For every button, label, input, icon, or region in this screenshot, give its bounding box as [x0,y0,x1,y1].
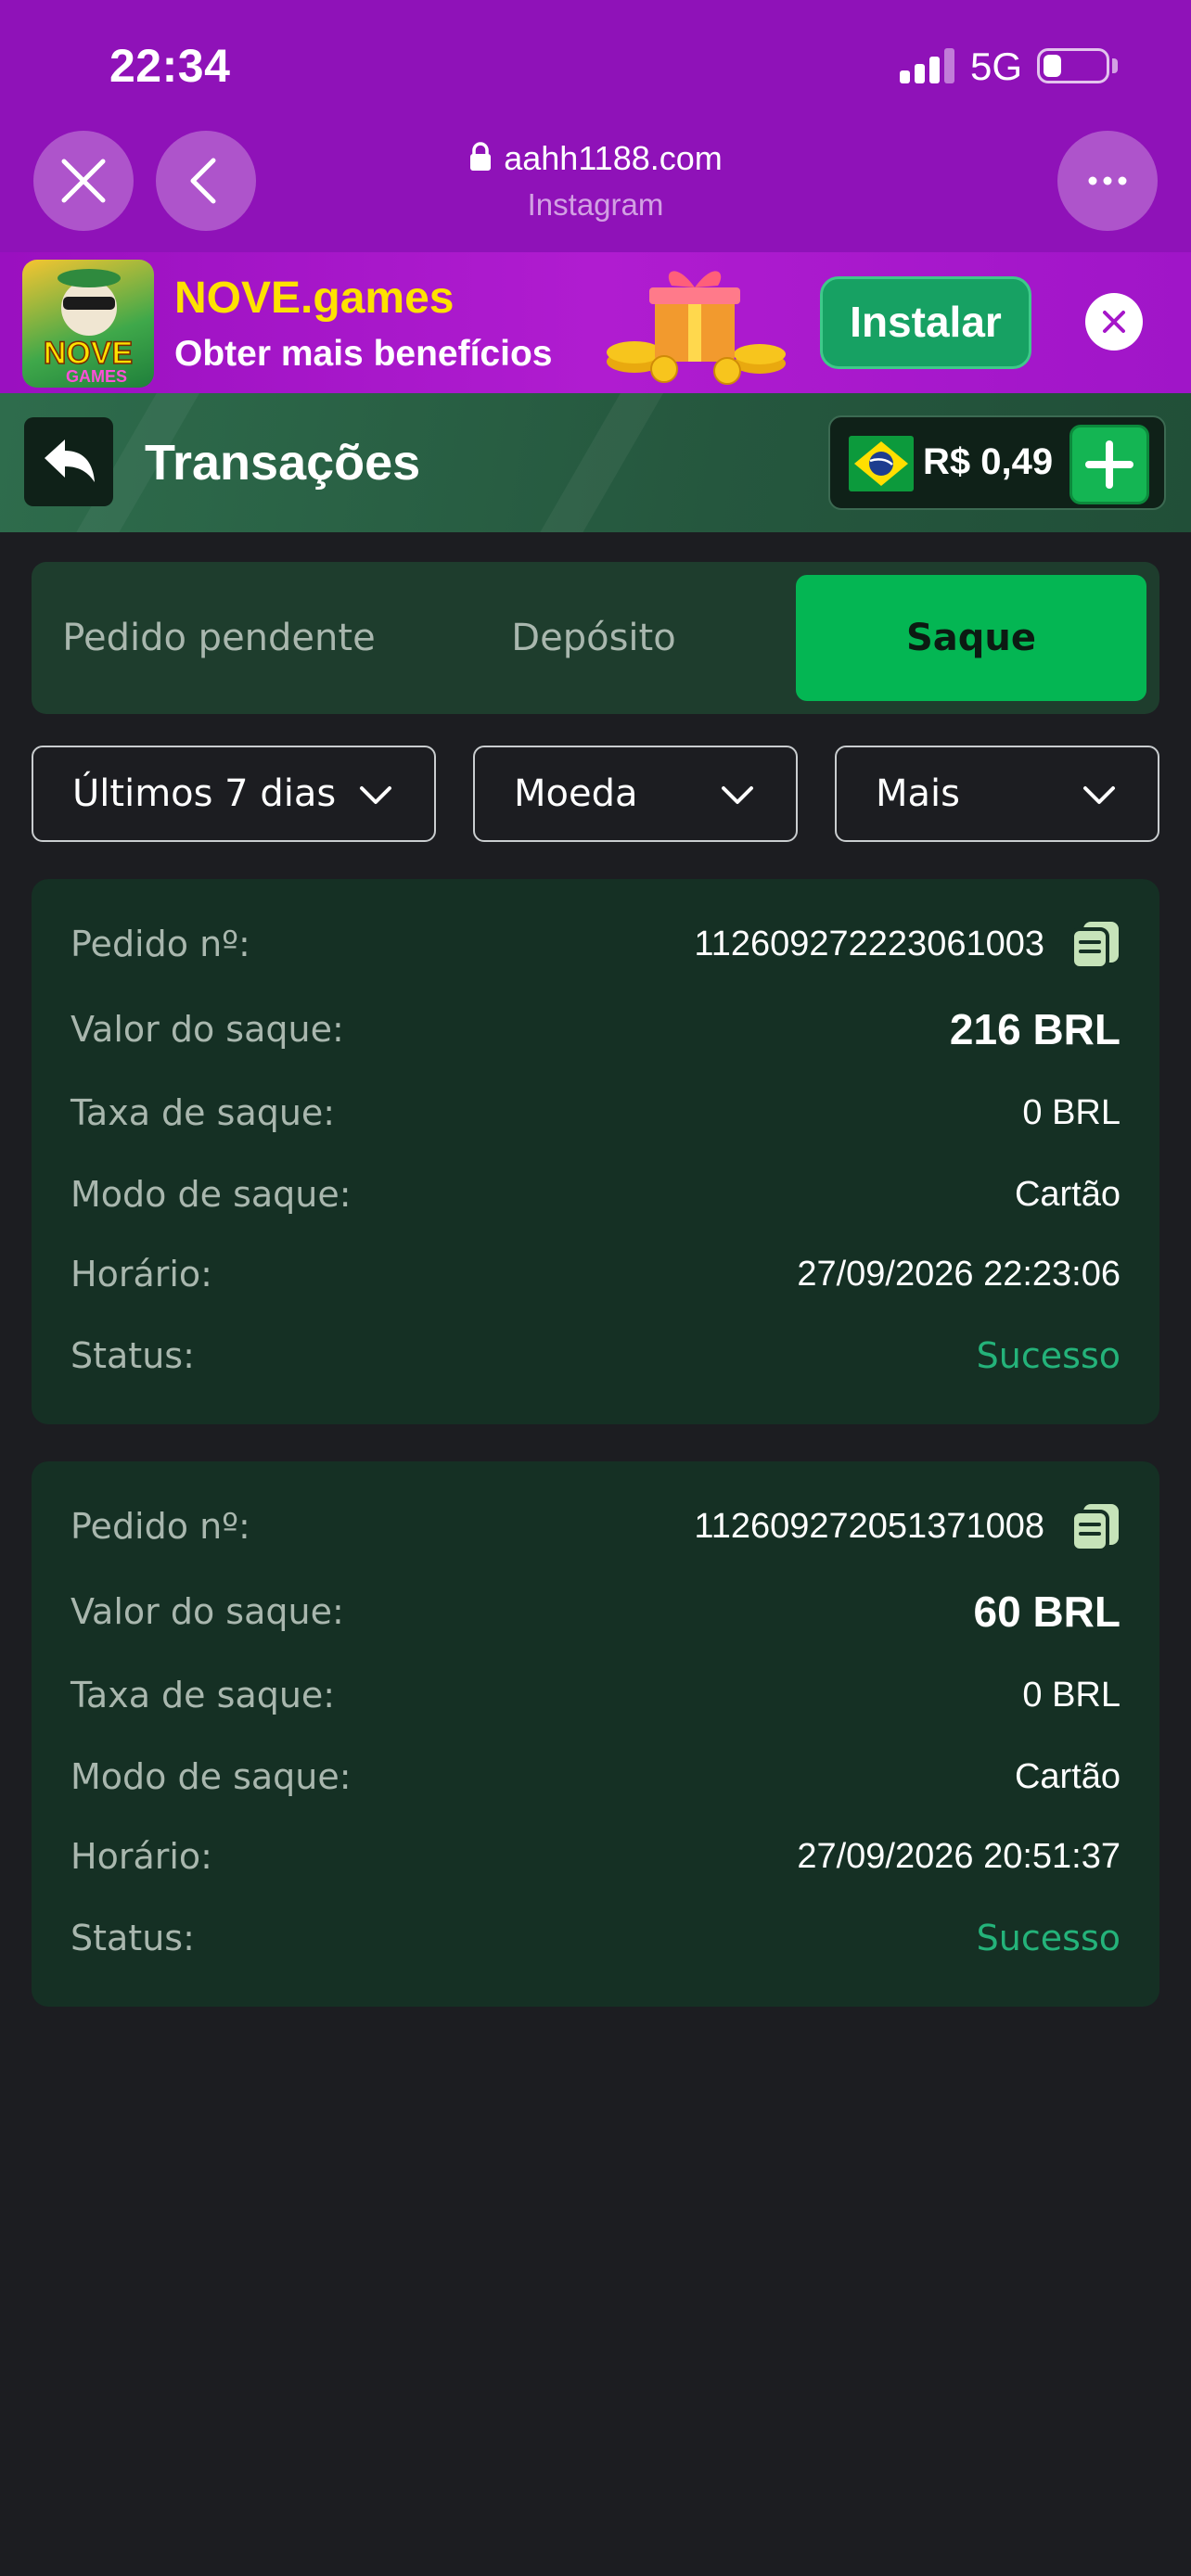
balance-widget[interactable]: R$ 0,49 [828,415,1166,510]
reply-arrow-icon [45,440,95,482]
install-button[interactable]: Instalar [820,276,1031,369]
transaction-card: Pedido nº: 112609272051371008 Valor do s… [32,1461,1159,2007]
copy-icon[interactable] [1069,920,1122,970]
status-row: Status: Sucesso [32,1910,1159,1966]
withdraw-fee: 0 BRL [1022,1676,1121,1715]
filter-period[interactable]: Últimos 7 dias [32,746,436,842]
transaction-time: 27/09/2026 22:23:06 [797,1255,1121,1294]
status-label: Status: [70,1918,195,1958]
back-browser-button[interactable] [156,131,256,231]
amount-row: Valor do saque: 60 BRL [32,1584,1159,1639]
time-label: Horário: [70,1836,212,1877]
fee-row: Taxa de saque: 0 BRL [32,1667,1159,1723]
transaction-time: 27/09/2026 20:51:37 [797,1837,1121,1876]
filter-period-label: Últimos 7 dias [72,772,337,815]
tab-deposit[interactable]: Depósito [406,562,781,714]
svg-text:NOVE: NOVE [44,336,133,371]
transaction-card: Pedido nº: 112609272223061003 Valor do s… [32,879,1159,1424]
install-banner[interactable]: NOVE GAMES NOVE.games Obter mais benefíc… [0,252,1191,393]
deposit-add-button[interactable] [1069,425,1149,504]
plus-icon [1085,440,1133,489]
chevron-down-icon [360,786,391,804]
mode-label: Modo de saque: [70,1756,352,1797]
withdraw-amount: 216 BRL [949,1005,1121,1053]
more-icon [1088,176,1127,185]
tab-pending[interactable]: Pedido pendente [32,562,406,714]
gift-coins-icon [607,271,786,385]
fee-label: Taxa de saque: [70,1092,336,1133]
chevron-left-icon [190,158,216,204]
brazil-flag-icon [849,436,914,491]
mode-row: Modo de saque: Cartão [32,1167,1159,1222]
filter-more[interactable]: Mais [835,746,1159,842]
url-source: Instagram [527,187,664,222]
status-label: Status: [70,1335,195,1376]
mode-label: Modo de saque: [70,1174,352,1215]
status-row: Status: Sucesso [32,1328,1159,1384]
fee-row: Taxa de saque: 0 BRL [32,1085,1159,1141]
address-bar[interactable]: aahh1188.com Instagram [278,139,913,223]
order-number: 112609272223061003 [694,925,1044,963]
filter-currency[interactable]: Moeda [473,746,798,842]
battery-level [1044,55,1061,77]
withdraw-mode: Cartão [1014,1175,1121,1214]
header-decoration [517,393,671,532]
order-label: Pedido nº: [70,924,250,964]
browser-top-bar: 22:34 5G aahh1188.com Instagram [0,0,1191,252]
app-logo: NOVE GAMES [22,260,154,388]
order-label: Pedido nº: [70,1506,250,1547]
amount-row: Valor do saque: 216 BRL [32,1001,1159,1057]
back-button[interactable] [24,417,113,506]
time-label: Horário: [70,1254,212,1294]
transaction-tabs: Pedido pendente Depósito Saque [32,562,1159,714]
fee-label: Taxa de saque: [70,1675,336,1715]
order-row: Pedido nº: 112609272223061003 [32,916,1159,972]
signal-icon [900,48,957,83]
network-label: 5G [970,45,1023,88]
banner-title: NOVE.games [174,274,455,323]
battery-icon [1037,48,1109,83]
withdraw-mode: Cartão [1014,1757,1121,1796]
copy-icon[interactable] [1069,1502,1122,1552]
page-header: Transações R$ 0,49 [0,393,1191,532]
tab-withdraw[interactable]: Saque [796,575,1146,701]
status-value: Sucesso [976,1918,1121,1958]
order-number: 112609272051371008 [694,1507,1044,1546]
chevron-down-icon [1083,786,1115,804]
svg-text:GAMES: GAMES [66,367,127,386]
banner-close-button[interactable] [1085,293,1143,351]
page-title: Transações [145,435,421,491]
amount-label: Valor do saque: [70,1009,344,1050]
battery-cap [1112,58,1118,73]
chevron-down-icon [722,786,753,804]
status-value: Sucesso [976,1335,1121,1376]
mode-row: Modo de saque: Cartão [32,1749,1159,1804]
filter-more-label: Mais [876,772,960,815]
url-text: aahh1188.com [504,139,723,177]
filter-currency-label: Moeda [514,772,638,815]
time-row: Horário: 27/09/2026 22:23:06 [32,1246,1159,1302]
close-browser-button[interactable] [33,131,134,231]
withdraw-fee: 0 BRL [1022,1093,1121,1132]
withdraw-amount: 60 BRL [973,1588,1121,1636]
amount-label: Valor do saque: [70,1591,344,1632]
more-options-button[interactable] [1057,131,1158,231]
order-row: Pedido nº: 112609272051371008 [32,1498,1159,1554]
close-icon [1103,311,1125,333]
balance-amount: R$ 0,49 [923,441,1054,482]
status-time: 22:34 [109,40,231,92]
lock-icon [470,142,492,172]
time-row: Horário: 27/09/2026 20:51:37 [32,1829,1159,1884]
app-logo-art: NOVE GAMES [43,269,134,386]
close-icon [61,159,106,203]
banner-subtitle: Obter mais benefícios [174,334,553,374]
